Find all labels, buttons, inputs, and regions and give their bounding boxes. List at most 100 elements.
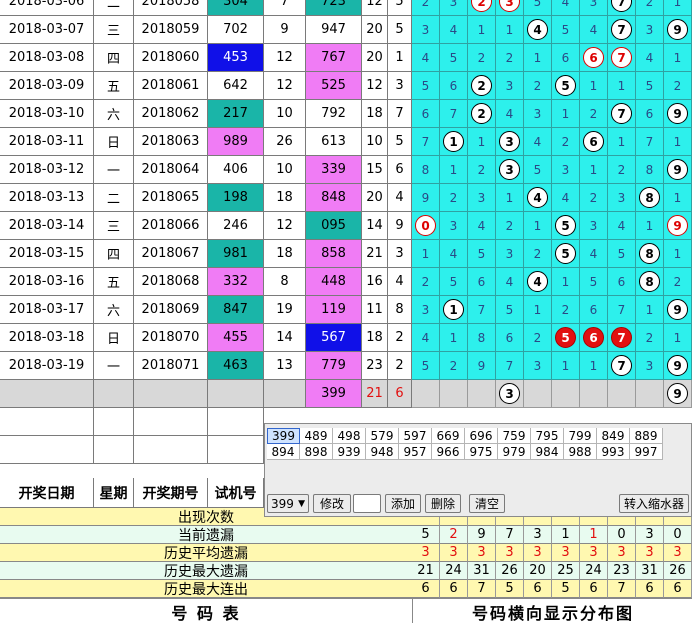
dist-cell: 1 xyxy=(440,128,468,156)
candidate-number[interactable]: 997 xyxy=(630,444,663,460)
candidate-number[interactable]: 966 xyxy=(432,444,465,460)
candidate-number[interactable]: 579 xyxy=(366,428,399,444)
dist-cell: 6 xyxy=(496,324,524,352)
candidate-number[interactable]: 795 xyxy=(531,428,564,444)
delete-button[interactable]: 删除 xyxy=(425,494,461,513)
table-cell-c5: 18 xyxy=(264,240,306,268)
dist-cell: 3 xyxy=(496,128,524,156)
dist-cell: 3 xyxy=(608,184,636,212)
table-cell-c5: 14 xyxy=(264,324,306,352)
candidate-number[interactable]: 948 xyxy=(366,444,399,460)
number-ball: 7 xyxy=(611,355,632,376)
add-button[interactable]: 添加 xyxy=(385,494,421,513)
stat-value: 5 xyxy=(552,580,580,598)
miss-count: 1 xyxy=(421,246,430,261)
candidate-number[interactable]: 669 xyxy=(432,428,465,444)
table-cell-issue: 2018058 xyxy=(134,0,208,16)
dist-cell: 2 xyxy=(580,100,608,128)
candidate-number[interactable]: 799 xyxy=(564,428,597,444)
candidate-number[interactable]: 898 xyxy=(300,444,333,460)
number-ball: 2 xyxy=(471,0,492,12)
summary-cell-c8: 6 xyxy=(388,380,412,408)
table-cell-c8: 6 xyxy=(388,156,412,184)
table-cell-date: 2018-03-19 xyxy=(0,352,94,380)
candidate-select[interactable]: 399 ▼ xyxy=(267,494,309,513)
dist-cell: 4 xyxy=(496,100,524,128)
number-ball: 3 xyxy=(499,159,520,180)
header-trial: 试机号 xyxy=(208,478,264,508)
clear-button[interactable]: 清空 xyxy=(469,494,505,513)
dist-cell: 5 xyxy=(552,212,580,240)
dist-cell: 4 xyxy=(412,324,440,352)
candidate-number[interactable]: 939 xyxy=(333,444,366,460)
candidate-number[interactable]: 849 xyxy=(597,428,630,444)
candidate-number[interactable]: 759 xyxy=(498,428,531,444)
candidate-number[interactable]: 979 xyxy=(498,444,531,460)
miss-count: 2 xyxy=(589,190,598,205)
table-cell-trial: 989 xyxy=(208,128,264,156)
table-cell-c7: 20 xyxy=(362,184,388,212)
dist-cell: 3 xyxy=(496,72,524,100)
miss-count: 7 xyxy=(477,302,486,317)
table-cell-c8: 1 xyxy=(388,44,412,72)
dist-cell: 7 xyxy=(636,128,664,156)
candidate-number[interactable]: 975 xyxy=(465,444,498,460)
dist-cell: 5 xyxy=(552,324,580,352)
miss-count: 1 xyxy=(533,50,542,65)
table-cell-weekday: 日 xyxy=(94,128,134,156)
number-ball: 5 xyxy=(555,327,576,348)
dist-cell: 9 xyxy=(468,352,496,380)
stat-value: 31 xyxy=(468,562,496,580)
table-cell-issue: 2018059 xyxy=(134,16,208,44)
number-ball: 9 xyxy=(667,103,688,124)
dist-cell: 1 xyxy=(636,212,664,240)
miss-count: 5 xyxy=(477,246,486,261)
stat-value: 7 xyxy=(608,580,636,598)
dist-cell: 2 xyxy=(552,296,580,324)
miss-count: 7 xyxy=(617,302,626,317)
miss-count: 9 xyxy=(477,358,486,373)
dist-cell: 5 xyxy=(552,240,580,268)
stat-label: 当前遗漏 xyxy=(0,526,412,544)
dist-cell: 5 xyxy=(412,352,440,380)
table-cell-weekday: 三 xyxy=(94,212,134,240)
table-cell-c5: 7 xyxy=(264,0,306,16)
dist-cell: 5 xyxy=(524,0,552,16)
dist-cell: 6 xyxy=(580,44,608,72)
table-cell-draw: 339 xyxy=(306,156,362,184)
dist-cell: 2 xyxy=(524,324,552,352)
number-ball: 3 xyxy=(499,383,520,404)
candidate-number[interactable]: 894 xyxy=(267,444,300,460)
candidate-number[interactable]: 889 xyxy=(630,428,663,444)
candidate-number[interactable]: 489 xyxy=(300,428,333,444)
candidate-number[interactable]: 984 xyxy=(531,444,564,460)
number-input[interactable] xyxy=(353,494,381,513)
stat-value: 0 xyxy=(664,526,692,544)
stat-value: 3 xyxy=(524,526,552,544)
candidate-number[interactable]: 957 xyxy=(399,444,432,460)
dist-cell: 2 xyxy=(468,100,496,128)
dist-cell: 3 xyxy=(524,352,552,380)
table-cell-date: 2018-03-14 xyxy=(0,212,94,240)
candidate-number[interactable]: 399 xyxy=(267,428,300,444)
candidate-number[interactable]: 696 xyxy=(465,428,498,444)
dist-cell: 9 xyxy=(664,212,692,240)
dist-cell: 9 xyxy=(664,156,692,184)
dist-cell: 4 xyxy=(440,240,468,268)
table-cell-draw: 792 xyxy=(306,100,362,128)
candidate-number[interactable]: 597 xyxy=(399,428,432,444)
table-cell-draw: 567 xyxy=(306,324,362,352)
candidate-number[interactable]: 988 xyxy=(564,444,597,460)
dist-cell: 1 xyxy=(580,72,608,100)
candidate-number[interactable]: 993 xyxy=(597,444,630,460)
dist-cell: 1 xyxy=(496,16,524,44)
miss-count: 1 xyxy=(617,134,626,149)
miss-count: 4 xyxy=(533,134,542,149)
table-cell-date: 2018-03-17 xyxy=(0,296,94,324)
candidate-number[interactable]: 498 xyxy=(333,428,366,444)
miss-count: 6 xyxy=(617,274,626,289)
table-cell-issue: 2018069 xyxy=(134,296,208,324)
dist-cell: 3 xyxy=(440,212,468,240)
filter-button[interactable]: 转入缩水器 xyxy=(619,494,689,513)
edit-button[interactable]: 修改 xyxy=(313,494,351,513)
